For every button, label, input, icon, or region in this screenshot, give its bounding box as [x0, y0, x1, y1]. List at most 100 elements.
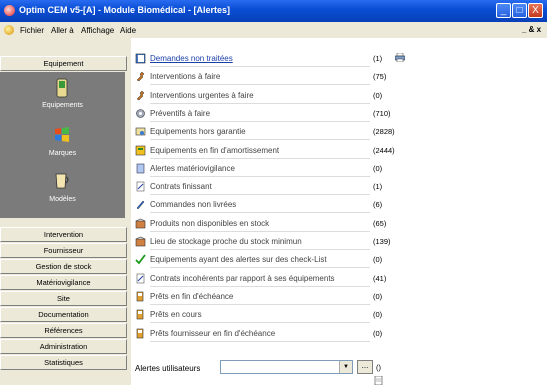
- app-menu-icon[interactable]: [4, 25, 14, 35]
- alert-row[interactable]: Equipements hors garantie (2828): [131, 124, 531, 140]
- alert-row[interactable]: Commandes non livrées (6): [131, 197, 531, 213]
- alert-row[interactable]: Interventions à faire (75): [131, 69, 531, 85]
- alert-row[interactable]: Produits non disponibles en stock (65): [131, 216, 531, 232]
- alert-label[interactable]: Equipements ayant des alertes sur des ch…: [150, 255, 327, 264]
- nav-documentation[interactable]: Documentation: [0, 307, 127, 322]
- cup-icon[interactable]: [53, 170, 71, 190]
- row-divider: [150, 285, 370, 287]
- maximize-button[interactable]: □: [512, 3, 527, 18]
- alert-label[interactable]: Equipements en fin d'amortissement: [150, 146, 279, 155]
- alert-count: (2444): [373, 145, 395, 155]
- alert-label[interactable]: Produits non disponibles en stock: [150, 219, 269, 228]
- alerts-panel: Demandes non traitées (1) Interventions à …: [131, 38, 547, 390]
- certificate-icon: [135, 127, 146, 136]
- equipment-panel: Equipements Marques Modèles: [0, 72, 125, 218]
- alert-row[interactable]: Préventifs à faire (710): [131, 106, 531, 122]
- menu-affichage[interactable]: Affichage: [81, 26, 114, 35]
- loan-icon: [136, 328, 144, 338]
- alert-label[interactable]: Equipements hors garantie: [150, 127, 246, 136]
- book-icon: [135, 53, 146, 64]
- menu-aller-a[interactable]: Aller à: [51, 26, 74, 35]
- menu-aide[interactable]: Aide: [120, 26, 136, 35]
- windows-flag-icon[interactable]: [53, 125, 71, 145]
- alert-count: (0): [373, 328, 383, 338]
- alert-count: (41): [373, 273, 387, 283]
- loan-icon: [136, 291, 144, 302]
- nav-equipement[interactable]: Equipement: [0, 56, 127, 71]
- alert-count: (2828): [373, 127, 395, 137]
- mdi-controls[interactable]: _ & x: [522, 25, 541, 34]
- alert-count: (1): [373, 182, 383, 192]
- alert-label[interactable]: Interventions urgentes à faire: [150, 91, 254, 100]
- phone-device-icon[interactable]: [53, 78, 71, 98]
- row-divider: [150, 212, 370, 214]
- alert-label[interactable]: Contrats incohérents par rapport à ses é…: [150, 274, 335, 283]
- panel-item-marques[interactable]: Marques: [0, 150, 125, 157]
- pen-icon: [136, 201, 145, 210]
- alert-label[interactable]: Prêts en fin d'échéance: [150, 292, 233, 301]
- alert-row[interactable]: Interventions urgentes à faire (0): [131, 88, 531, 104]
- box-icon: [135, 218, 146, 228]
- alert-row[interactable]: Equipements ayant des alertes sur des ch…: [131, 252, 531, 268]
- nav-site[interactable]: Site: [0, 291, 127, 306]
- user-alerts-count: (): [376, 363, 381, 372]
- nav-statistiques[interactable]: Statistiques: [0, 355, 127, 370]
- chevron-down-icon[interactable]: ▼: [339, 361, 352, 373]
- alert-label[interactable]: Lieu de stockage proche du stock minimun: [150, 237, 302, 246]
- nav-materiovigilance[interactable]: Matériovigilance: [0, 275, 127, 290]
- alert-count: (0): [373, 310, 383, 320]
- nav-fournisseur[interactable]: Fournisseur: [0, 243, 127, 258]
- alert-label[interactable]: Préventifs à faire: [150, 109, 210, 118]
- alert-count: (75): [373, 72, 387, 82]
- alert-label[interactable]: Alertes matériovigilance: [150, 164, 235, 173]
- alert-row[interactable]: Equipements en fin d'amortissement (2444): [131, 143, 531, 159]
- alert-row[interactable]: Alertes matériovigilance (0): [131, 161, 531, 177]
- nav-gestion-de-stock[interactable]: Gestion de stock: [0, 259, 127, 274]
- box-icon: [135, 236, 146, 247]
- document-icon: [374, 376, 383, 385]
- sidebar: Equipement Equipements Marques Modèles ▼…: [0, 38, 131, 385]
- alert-doc-icon: [136, 163, 145, 174]
- alert-label[interactable]: Commandes non livrées: [150, 200, 236, 209]
- alert-row[interactable]: Prêts en fin d'échéance (0): [131, 289, 531, 305]
- cabinet-icon: [135, 145, 146, 155]
- window-title: Optim CEM v5-[A] - Module Biomédical - […: [19, 5, 231, 15]
- nav-intervention[interactable]: Intervention: [0, 227, 127, 242]
- row-divider: [150, 66, 370, 67]
- row-divider: [150, 267, 370, 269]
- alert-row[interactable]: Lieu de stockage proche du stock minimun…: [131, 234, 531, 250]
- nav-references[interactable]: Références: [0, 323, 127, 338]
- alert-row[interactable]: Prêts fournisseur en fin d'échéance (0): [131, 326, 531, 342]
- panel-item-modeles[interactable]: Modèles: [0, 196, 125, 203]
- alert-label[interactable]: Prêts en cours: [150, 310, 202, 319]
- alert-label[interactable]: Contrats finissant: [150, 182, 212, 191]
- close-button[interactable]: X: [528, 3, 543, 18]
- row-divider: [150, 230, 370, 232]
- user-alerts-select[interactable]: ▼: [220, 360, 353, 374]
- alert-row[interactable]: Contrats incohérents par rapport à ses é…: [131, 271, 531, 287]
- nav-administration[interactable]: Administration: [0, 339, 127, 354]
- alert-label[interactable]: Demandes non traitées: [150, 54, 233, 63]
- contract-icon: [136, 273, 145, 283]
- wrench-icon: [136, 71, 145, 82]
- row-divider: [150, 84, 370, 86]
- print-icon[interactable]: [395, 53, 405, 62]
- alert-row[interactable]: Prêts en cours (0): [131, 307, 531, 323]
- wrench-icon: [136, 90, 145, 100]
- menu-bar: Fichier Aller à Affichage Aide _ & x: [0, 22, 547, 39]
- alert-label[interactable]: Prêts fournisseur en fin d'échéance: [150, 329, 275, 338]
- alert-row[interactable]: Contrats finissant (1): [131, 179, 531, 195]
- alert-row[interactable]: Demandes non traitées (1): [131, 51, 531, 67]
- app-icon: [4, 5, 15, 16]
- menu-fichier[interactable]: Fichier: [20, 26, 44, 35]
- user-alerts-browse-button[interactable]: ...: [357, 360, 373, 374]
- alert-count: (0): [373, 291, 383, 301]
- alert-count: (139): [373, 237, 391, 246]
- loan-icon: [136, 309, 144, 320]
- alert-count: (65): [373, 218, 387, 228]
- gear-icon: [136, 109, 145, 118]
- alert-count: (0): [373, 90, 383, 100]
- panel-item-equipements[interactable]: Equipements: [0, 102, 125, 109]
- minimize-button[interactable]: _: [496, 3, 511, 18]
- alert-label[interactable]: Interventions à faire: [150, 72, 220, 81]
